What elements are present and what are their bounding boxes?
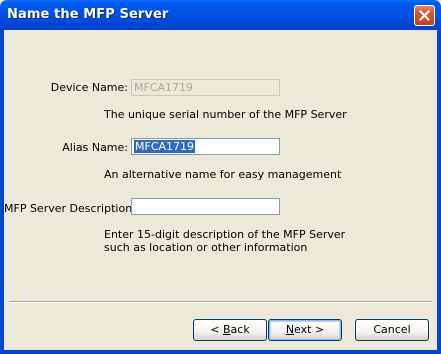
cancel-button[interactable]: Cancel [355,319,429,341]
next-button-accel: N [285,323,295,336]
device-name-help: The unique serial number of the MFP Serv… [104,108,347,121]
window-frame-left [0,30,4,354]
window-title: Name the MFP Server [7,7,169,22]
cancel-button-label: Cancel [373,323,411,336]
back-button-label: ack [230,323,250,336]
next-button[interactable]: Next > [268,319,342,341]
device-name-value: MFCA1719 [134,81,194,94]
alias-name-label: Alias Name: [62,141,128,154]
close-icon [419,10,430,21]
next-button-label: ext > [294,323,325,336]
back-button-accel: B [223,323,231,336]
device-name-field: MFCA1719 [131,79,280,96]
description-label: MFP Server Description: [4,202,136,215]
alias-name-input[interactable]: MFCA1719 [131,138,280,155]
description-help-line1: Enter 15-digit description of the MFP Se… [104,228,346,241]
separator-highlight [9,302,432,303]
description-help-line2: such as location or other information [104,241,308,254]
description-input[interactable] [131,198,280,215]
window-frame-right [437,30,441,354]
close-button[interactable] [414,5,435,26]
alias-name-help: An alternative name for easy management [104,168,342,181]
wizard-window: Name the MFP Server Device Name: MFCA171… [0,0,441,354]
title-bar[interactable]: Name the MFP Server [0,0,441,30]
device-name-label: Device Name: [50,81,128,94]
window-frame-bottom [0,350,441,354]
alias-name-value: MFCA1719 [134,140,196,153]
back-button-prefix: < [210,323,223,336]
back-button[interactable]: < Back [193,319,267,341]
